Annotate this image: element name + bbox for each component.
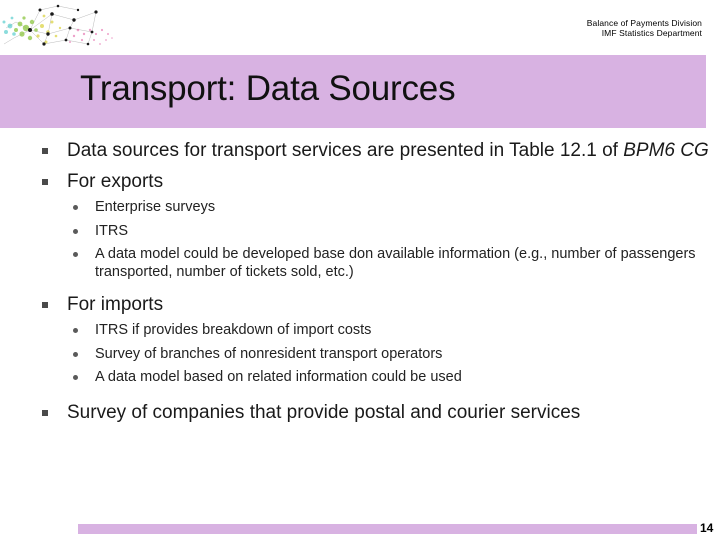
footer-bar: [78, 524, 697, 534]
organization-header: Balance of Payments Division IMF Statist…: [587, 18, 702, 39]
network-burst-logo: [0, 0, 124, 56]
round-bullet-icon: [73, 328, 78, 334]
sub-bullet-text: ITRS: [95, 222, 129, 239]
round-bullet-icon: [73, 375, 78, 380]
bullet-text: Data sources for transport services are …: [67, 140, 624, 161]
square-bullet-icon: [42, 148, 48, 154]
bullet-text: For exports: [67, 171, 164, 193]
round-bullet-icon: [73, 351, 78, 357]
round-bullet-icon: [73, 252, 78, 258]
bullet-item-for-imports: For imports: [0, 294, 720, 316]
round-bullet-icon: [73, 205, 78, 211]
square-bullet-icon: [42, 410, 48, 417]
bullet-text: For imports: [67, 294, 164, 315]
org-line-department: IMF Statistics Department: [601, 28, 702, 39]
square-bullet-icon: [42, 179, 48, 186]
square-bullet-icon: [42, 302, 48, 308]
slide: Balance of Payments Division IMF Statist…: [0, 0, 720, 540]
sub-bullet-item: Enterprise surveys: [0, 199, 720, 216]
sub-bullet-text: A data model could be developed base don…: [95, 246, 696, 280]
round-bullet-icon: [73, 228, 78, 234]
sub-bullet-text: A data model based on related informatio…: [95, 369, 462, 385]
slide-body: Data sources for transport services are …: [0, 140, 720, 510]
bullet-text: Survey of companies that provide postal …: [67, 402, 581, 424]
sub-bullet-item: ITRS: [0, 223, 720, 240]
sub-bullet-text: Survey of branches of nonresident transp…: [95, 345, 443, 362]
sub-bullet-item: ITRS if provides breakdown of import cos…: [0, 322, 720, 339]
bullet-item-data-sources: Data sources for transport services are …: [0, 140, 720, 162]
bullet-item-survey-companies: Survey of companies that provide postal …: [0, 402, 720, 424]
sub-bullet-text: Enterprise surveys: [95, 199, 216, 216]
org-line-division: Balance of Payments Division: [586, 18, 702, 28]
sub-bullet-item: Survey of branches of nonresident transp…: [0, 346, 720, 363]
sub-bullet-item: A data model could be developed base don…: [0, 246, 720, 281]
sub-bullet-item: A data model based on related informatio…: [0, 369, 720, 386]
page-title: Transport: Data Sources: [80, 69, 456, 108]
page-number: 14: [700, 521, 714, 535]
bullet-item-for-exports: For exports: [0, 171, 720, 193]
sub-bullet-text: ITRS if provides breakdown of import cos…: [95, 322, 372, 339]
bullet-text-italic: BPM6 CG: [623, 140, 709, 161]
